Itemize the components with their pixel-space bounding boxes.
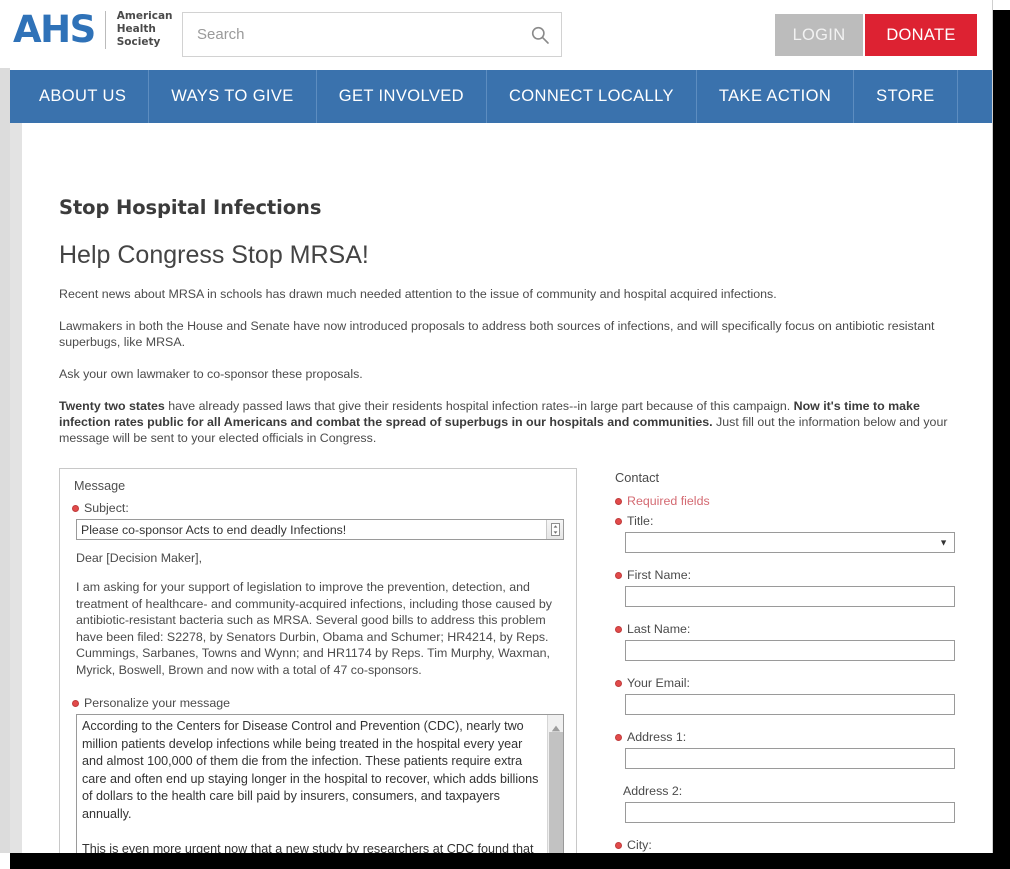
address-1-label-text: Address 1: — [627, 730, 687, 744]
logo-wordmark: American Health Society — [117, 10, 173, 49]
personalize-textarea[interactable]: According to the Centers for Disease Con… — [76, 714, 564, 853]
message-column: Message Subject: Please co-sponsor Acts … — [59, 468, 577, 853]
letter-body: I am asking for your support of legislat… — [76, 580, 552, 677]
first-name-input[interactable] — [625, 586, 955, 607]
required-fields-note: Required fields — [615, 494, 971, 508]
page-subtitle: Help Congress Stop MRSA! — [59, 241, 369, 269]
intro-paragraph-4: Twenty two states have already passed la… — [59, 398, 970, 446]
login-button[interactable]: LOGIN — [775, 14, 863, 56]
address-1-input[interactable] — [625, 748, 955, 769]
required-dot-icon — [615, 517, 622, 525]
email-input[interactable] — [625, 694, 955, 715]
subject-input[interactable] — [77, 520, 546, 539]
letter-salutation: Dear [Decision Maker], — [76, 551, 203, 565]
search-box[interactable] — [182, 12, 562, 57]
stepper-icon[interactable] — [546, 520, 563, 539]
subject-label: Subject: — [72, 501, 564, 515]
chevron-down-icon: ▼ — [939, 537, 948, 547]
address-2-input[interactable] — [625, 802, 955, 823]
address-2-label: Address 2: — [623, 784, 683, 798]
page-title: Stop Hospital Infections — [59, 196, 322, 219]
nav-item-take-action[interactable]: TAKE ACTION — [697, 70, 855, 123]
address-1-label: Address 1: — [615, 730, 971, 744]
intro-paragraph-2: Lawmakers in both the House and Senate h… — [59, 319, 935, 349]
city-label-text: City: — [627, 838, 652, 852]
logo-wordmark-line-1: American — [116, 10, 173, 22]
subject-field-row[interactable] — [76, 519, 564, 540]
personalize-textarea-text[interactable]: According to the Centers for Disease Con… — [77, 715, 547, 853]
required-dot-icon — [72, 699, 79, 707]
site-logo[interactable]: AHS American Health Society — [13, 10, 173, 49]
required-dot-icon — [72, 504, 79, 512]
page-gutter-left-edge — [0, 68, 10, 853]
main-navigation: ABOUT US WAYS TO GIVE GET INVOLVED CONNE… — [10, 70, 992, 123]
required-dot-icon — [615, 841, 622, 849]
nav-filler — [958, 70, 992, 123]
title-select[interactable]: ▼ — [625, 532, 955, 553]
intro-paragraph-4-text-1: have already passed laws that give their… — [164, 399, 794, 413]
last-name-label-text: Last Name: — [627, 622, 691, 636]
required-dot-icon — [615, 571, 622, 579]
contact-column: Contact Required fields Title: ▼ First N… — [611, 468, 971, 853]
required-dot-icon — [615, 625, 622, 633]
page-content: Stop Hospital Infections Help Congress S… — [10, 123, 992, 853]
intro-paragraph-1: Recent news about MRSA in schools has dr… — [59, 287, 777, 301]
browser-screenshot: AHS American Health Society LOGIN DONATE… — [0, 0, 1010, 869]
subject-label-text: Subject: — [84, 501, 129, 515]
title-label: Title: — [615, 514, 971, 528]
intro-paragraph-4-bold-1: Twenty two states — [59, 399, 165, 413]
scrollbar-thumb[interactable] — [549, 732, 563, 853]
email-label-text: Your Email: — [627, 676, 690, 690]
title-label-text: Title: — [627, 514, 654, 528]
intro-paragraph-3: Ask your own lawmaker to co-sponsor thes… — [59, 367, 363, 381]
nav-item-ways-to-give[interactable]: WAYS TO GIVE — [149, 70, 317, 123]
donate-button[interactable]: DONATE — [865, 14, 977, 56]
last-name-input[interactable] — [625, 640, 955, 661]
message-panel: Message Subject: Please co-sponsor Acts … — [59, 468, 577, 853]
last-name-label: Last Name: — [615, 622, 971, 636]
logo-divider — [104, 10, 106, 49]
logo-acronym: AHS — [13, 8, 96, 51]
required-dot-icon — [615, 733, 622, 741]
nav-item-get-involved[interactable]: GET INVOLVED — [317, 70, 487, 123]
first-name-label: First Name: — [615, 568, 971, 582]
window-shadow-bottom — [10, 852, 1010, 869]
nav-item-about-us[interactable]: ABOUT US — [10, 70, 150, 123]
personalize-textarea-scrollbar[interactable] — [547, 715, 563, 853]
first-name-label-text: First Name: — [627, 568, 692, 582]
required-dot-icon — [615, 497, 622, 505]
nav-item-connect-locally[interactable]: CONNECT LOCALLY — [487, 70, 697, 123]
required-fields-note-text: Required fields — [627, 494, 710, 508]
site-header: AHS American Health Society LOGIN DONATE — [10, 0, 992, 68]
email-label: Your Email: — [615, 676, 971, 690]
form-columns: Message Subject: Please co-sponsor Acts … — [59, 468, 970, 853]
personalize-label-text: Personalize your message — [84, 696, 231, 710]
search-icon[interactable] — [519, 13, 561, 56]
logo-wordmark-line-2: Health — [116, 23, 156, 35]
search-input[interactable] — [183, 13, 519, 56]
logo-wordmark-line-3: Society — [116, 36, 161, 48]
window-shadow-right — [993, 10, 1010, 869]
contact-panel-heading: Contact — [615, 470, 660, 485]
required-dot-icon — [615, 679, 622, 687]
nav-item-store[interactable]: STORE — [854, 70, 958, 123]
message-panel-heading: Message — [74, 479, 126, 493]
city-label: City: — [615, 838, 971, 852]
personalize-label: Personalize your message — [72, 696, 564, 710]
